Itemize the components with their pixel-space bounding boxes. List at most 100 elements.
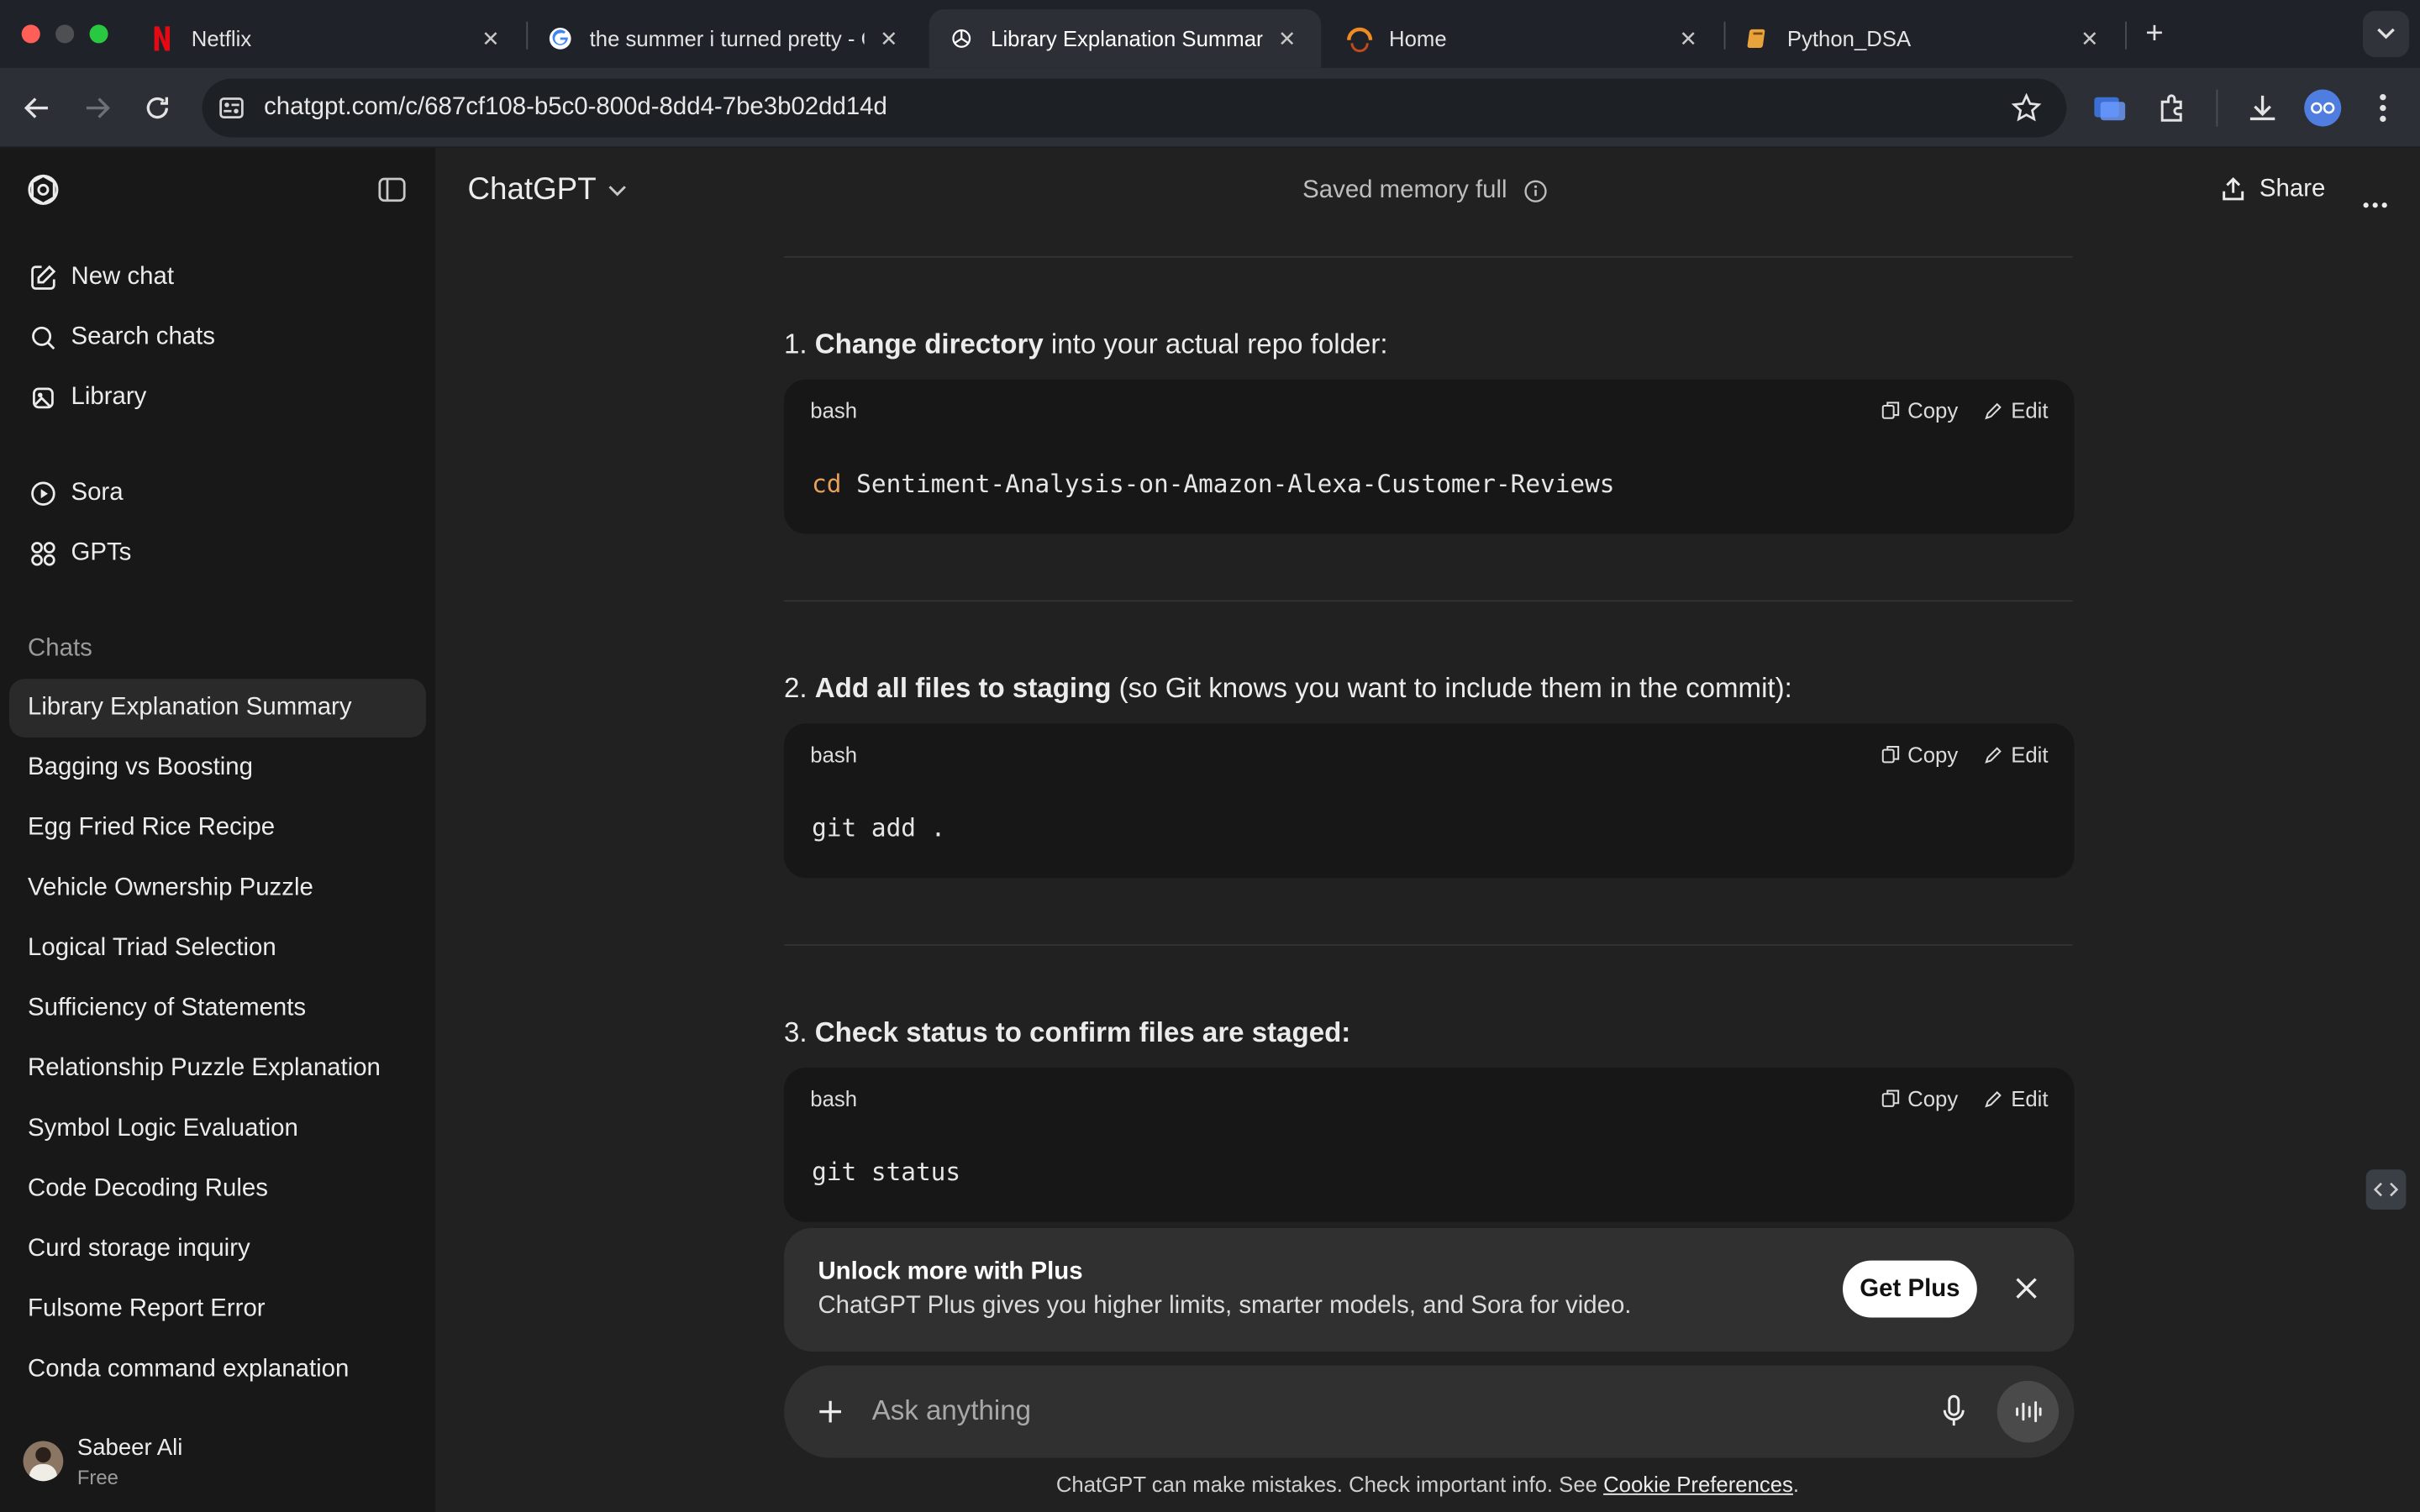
sidebar-item-label: GPTs — [71, 539, 132, 567]
chat-item[interactable]: Symbol Logic Evaluation — [9, 1100, 426, 1159]
cookie-preferences-link[interactable]: Cookie Preferences — [1603, 1472, 1793, 1496]
copy-icon — [1881, 402, 1900, 419]
share-button[interactable]: Share — [2219, 176, 2325, 203]
chat-main: ChatGPT Saved memory full Share 1. Chang… — [434, 148, 2420, 1512]
extensions-puzzle-icon[interactable] — [2156, 91, 2190, 133]
close-tab-icon[interactable]: ✕ — [478, 25, 502, 51]
extension-screen-icon[interactable] — [2093, 92, 2127, 131]
sidebar-item-label: Library — [71, 384, 147, 411]
share-label: Share — [2259, 176, 2326, 202]
copy-icon — [1881, 1089, 1900, 1107]
banner-title: Unlock more with Plus — [818, 1258, 1083, 1285]
model-selector[interactable]: ChatGPT — [468, 173, 628, 208]
tab-title: Home — [1389, 26, 1447, 51]
more-options-icon[interactable] — [2363, 188, 2387, 216]
tab-search-button[interactable] — [2362, 10, 2410, 57]
microphone-icon[interactable] — [1942, 1394, 1966, 1436]
memory-status-text: Saved memory full — [1302, 177, 1507, 204]
reload-button[interactable] — [139, 90, 176, 127]
sidebar-item-label: Sora — [71, 480, 124, 507]
maximize-window-button[interactable] — [89, 24, 108, 44]
edit-code-button[interactable]: Edit — [1985, 398, 2049, 423]
bookmark-star-icon[interactable] — [2011, 92, 2042, 131]
address-bar[interactable]: chatgpt.com/c/687cf108-b5c0-800d-8dd4-7b… — [202, 78, 2067, 138]
reload-icon — [146, 97, 169, 119]
disclaimer: ChatGPT can make mistakes. Check importa… — [1055, 1472, 1800, 1497]
sidebar-item-search-chats[interactable]: Search chats — [9, 308, 426, 367]
sidebar-toggle-icon[interactable] — [376, 175, 408, 213]
chat-item[interactable]: Library Explanation Summary — [9, 679, 426, 738]
chat-item[interactable]: Logical Triad Selection — [9, 920, 426, 979]
close-window-button[interactable] — [21, 24, 40, 44]
close-icon[interactable] — [2014, 1276, 2039, 1309]
add-attachment-button[interactable] — [817, 1398, 844, 1433]
close-tab-icon[interactable]: ✕ — [1676, 25, 1701, 51]
chat-item[interactable]: Sufficiency of Statements — [9, 979, 426, 1038]
browser-tab-python-dsa[interactable]: Python_DSA ✕ — [1725, 9, 2123, 68]
edit-code-button[interactable]: Edit — [1985, 1086, 2049, 1110]
chat-item[interactable]: Vehicle Ownership Puzzle — [9, 859, 426, 918]
message-input[interactable]: Ask anything — [872, 1394, 1031, 1427]
url-text: chatgpt.com/c/687cf108-b5c0-800d-8dd4-7b… — [264, 94, 887, 121]
netflix-icon — [148, 24, 176, 52]
get-plus-button[interactable]: Get Plus — [1843, 1260, 1977, 1318]
download-icon[interactable] — [2245, 91, 2279, 133]
arrow-right-icon — [86, 97, 110, 118]
browser-tab-netflix[interactable]: Netflix ✕ — [129, 9, 524, 68]
chat-item[interactable]: Fulsome Report Error — [9, 1280, 426, 1339]
chat-item[interactable]: Bagging vs Boosting — [9, 739, 426, 798]
floating-widget-button[interactable] — [2365, 1169, 2407, 1210]
section-divider — [784, 944, 2073, 946]
sidebar-item-sora[interactable]: Sora — [9, 465, 426, 523]
back-button[interactable] — [18, 90, 55, 127]
voice-mode-button[interactable] — [1996, 1380, 2060, 1443]
step-heading: 2. Add all files to staging (so Git know… — [784, 672, 1792, 704]
close-tab-icon[interactable]: ✕ — [876, 25, 901, 51]
browser-tab-active[interactable]: Library Explanation Summary ✕ — [929, 9, 1322, 68]
browser-tab-google[interactable]: the summer i turned pretty - G ✕ — [528, 9, 923, 68]
upgrade-banner: Unlock more with Plus ChatGPT Plus gives… — [784, 1228, 2075, 1352]
forward-button[interactable] — [79, 90, 116, 127]
toolbar-divider — [2216, 89, 2218, 127]
home-ring-icon — [1346, 24, 1374, 53]
memory-status[interactable]: Saved memory full — [1302, 177, 1547, 205]
copy-code-button[interactable]: Copy — [1881, 398, 1958, 423]
tab-title: the summer i turned pretty - G — [589, 26, 865, 51]
chat-item[interactable]: Egg Fried Rice Recipe — [9, 799, 426, 858]
google-icon — [546, 24, 574, 52]
plus-icon — [819, 1400, 842, 1423]
new-tab-button[interactable]: + — [2139, 16, 2170, 50]
code-block: bash Copy Edit git add . — [784, 723, 2075, 879]
sidebar-item-new-chat[interactable]: New chat — [9, 249, 426, 307]
copy-icon — [1881, 745, 1900, 764]
chat-item[interactable]: Relationship Puzzle Explanation — [9, 1040, 426, 1099]
code-content: cd Sentiment-Analysis-on-Amazon-Alexa-Cu… — [812, 469, 1615, 499]
close-tab-icon[interactable]: ✕ — [2077, 25, 2102, 51]
openai-logo-icon[interactable] — [24, 171, 61, 216]
site-settings-icon[interactable] — [218, 94, 245, 129]
browser-menu-icon[interactable] — [2372, 90, 2394, 127]
model-name: ChatGPT — [467, 172, 597, 207]
sidebar-item-library[interactable]: Library — [9, 369, 426, 428]
minimize-window-button[interactable] — [55, 24, 75, 44]
close-tab-icon[interactable]: ✕ — [1275, 25, 1299, 51]
arrow-left-icon — [24, 97, 48, 118]
code-block: bash Copy Edit git status — [784, 1067, 2075, 1222]
share-icon — [2223, 176, 2244, 201]
pencil-icon — [1985, 402, 2002, 420]
chat-item[interactable]: Code Decoding Rules — [9, 1160, 426, 1219]
browser-toolbar: chatgpt.com/c/687cf108-b5c0-800d-8dd4-7b… — [0, 67, 2420, 149]
info-icon — [1523, 180, 1546, 202]
chat-item[interactable]: Conda command explanation — [9, 1341, 426, 1399]
edit-code-button[interactable]: Edit — [1985, 742, 2049, 767]
browser-tab-home[interactable]: Home ✕ — [1328, 9, 1723, 68]
profile-avatar[interactable] — [2304, 89, 2342, 127]
user-profile[interactable]: Sabeer Ali Free — [0, 1422, 435, 1512]
copy-code-button[interactable]: Copy — [1881, 1086, 1958, 1110]
user-name: Sabeer Ali — [76, 1435, 183, 1462]
tab-title: Library Explanation Summary — [991, 26, 1263, 51]
edit-icon — [28, 262, 59, 293]
chat-item[interactable]: Curd storage inquiry — [9, 1221, 426, 1279]
sidebar-item-gpts[interactable]: GPTs — [9, 524, 426, 583]
copy-code-button[interactable]: Copy — [1881, 742, 1958, 767]
